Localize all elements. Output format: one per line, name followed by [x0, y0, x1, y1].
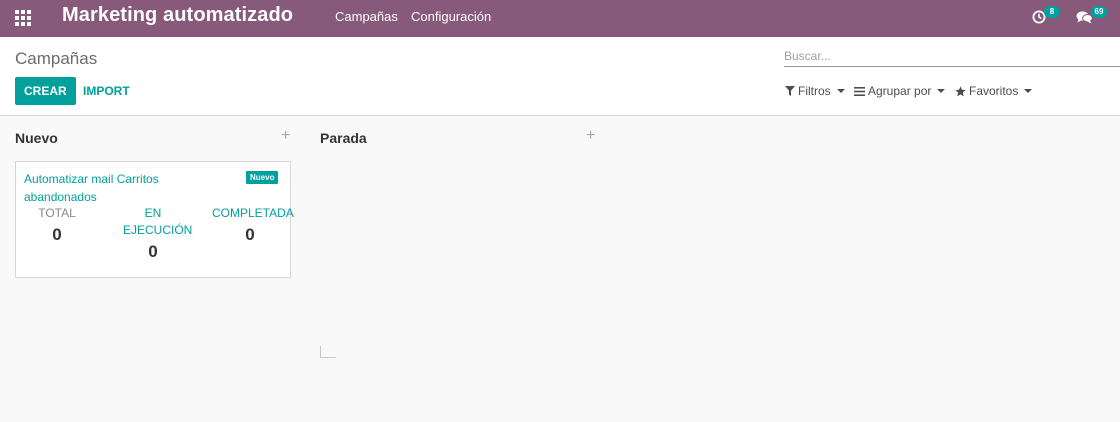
chevron-down-icon [937, 89, 946, 93]
column-title: Nuevo [15, 130, 58, 146]
bars-icon [854, 86, 865, 96]
stat-value: 0 [148, 242, 158, 261]
group-by-label: Agrupar por [868, 84, 932, 98]
filters-dropdown[interactable]: Filtros [785, 84, 845, 98]
column-title: Parada [320, 130, 367, 146]
app-title[interactable]: Marketing automatizado [62, 4, 293, 27]
control-panel: Campañas CREAR IMPORT Filtros Agrupar po… [0, 37, 1120, 116]
kanban-column-nuevo: Nuevo + Automatizar mail Carritos abando… [0, 115, 305, 422]
messages-count-badge: 69 [1091, 6, 1107, 18]
activity-menu[interactable]: 8 [1032, 5, 1060, 31]
stat-running[interactable]: EN EJECUCIÓN 0 [116, 205, 193, 262]
search-input[interactable] [784, 46, 1120, 67]
plus-icon[interactable]: + [586, 127, 595, 145]
menu-item-configuration[interactable]: Configuración [411, 9, 491, 24]
funnel-icon [785, 86, 795, 96]
import-button[interactable]: IMPORT [83, 77, 130, 105]
apps-grid-icon[interactable] [14, 9, 32, 27]
create-button[interactable]: CREAR [15, 77, 76, 105]
stat-completed[interactable]: COMPLETADA 0 [212, 205, 294, 245]
stat-value: 0 [52, 225, 62, 244]
star-icon [955, 85, 966, 97]
stat-label: TOTAL [38, 206, 76, 220]
group-by-dropdown[interactable]: Agrupar por [854, 84, 946, 98]
status-badge: Nuevo [246, 171, 279, 184]
top-navbar: Marketing automatizado Campañas Configur… [0, 0, 1120, 37]
breadcrumb: Campañas [15, 49, 98, 68]
stat-label: COMPLETADA [212, 206, 294, 220]
stat-label: EN EJECUCIÓN [123, 206, 193, 237]
activity-count-badge: 8 [1044, 6, 1060, 18]
stat-total: TOTAL 0 [32, 205, 82, 245]
chevron-down-icon [1024, 89, 1033, 93]
chevron-down-icon [836, 89, 845, 93]
card-title[interactable]: Automatizar mail Carritos abandonados [24, 170, 214, 206]
favorites-label: Favoritos [969, 84, 1019, 98]
stat-value: 0 [245, 225, 255, 244]
plus-icon[interactable]: + [281, 127, 290, 145]
menu-item-campaigns[interactable]: Campañas [335, 9, 398, 24]
messages-menu[interactable]: 69 [1076, 5, 1108, 31]
kanban-column-parada: Parada + [305, 115, 610, 422]
column-corner-marker [320, 346, 336, 358]
filters-label: Filtros [798, 84, 831, 98]
favorites-dropdown[interactable]: Favoritos [955, 84, 1033, 98]
kanban-card[interactable]: Automatizar mail Carritos abandonados Nu… [15, 161, 294, 278]
